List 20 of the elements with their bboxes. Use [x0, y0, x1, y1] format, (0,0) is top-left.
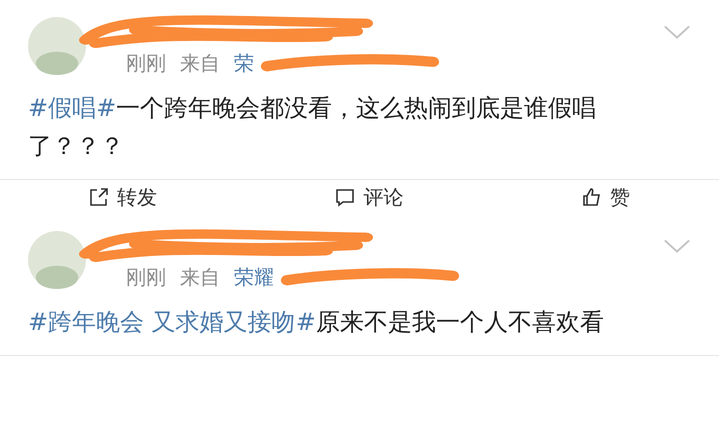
- hashtag-link[interactable]: #跨年晚会 又求婚又接吻#: [28, 308, 316, 336]
- comment-icon: [335, 187, 356, 207]
- source-label: 来自: [180, 264, 220, 291]
- chevron-down-icon[interactable]: [663, 24, 691, 40]
- comment-button[interactable]: 评论: [325, 184, 414, 210]
- source-label: 来自: [180, 50, 220, 77]
- chevron-down-icon[interactable]: [663, 238, 691, 254]
- avatar[interactable]: [28, 230, 86, 288]
- avatar[interactable]: [28, 16, 86, 74]
- thumbs-up-icon: [582, 187, 602, 207]
- post-time: 刚刚: [126, 50, 166, 77]
- post-time: 刚刚: [126, 264, 166, 291]
- share-button[interactable]: 转发: [79, 184, 168, 210]
- share-icon: [89, 187, 110, 207]
- source-link[interactable]: 荣耀: [234, 264, 274, 291]
- hashtag-link[interactable]: #假唱#: [28, 94, 116, 122]
- post-text: #跨年晚会 又求婚又接吻#原来不是我一个人不喜欢看: [28, 307, 605, 338]
- post-text: #假唱#一个跨年晚会都没看，这么热闹到底是谁假唱了？？？: [28, 93, 598, 162]
- like-button[interactable]: 赞: [572, 184, 640, 210]
- source-link[interactable]: 荣: [234, 50, 254, 77]
